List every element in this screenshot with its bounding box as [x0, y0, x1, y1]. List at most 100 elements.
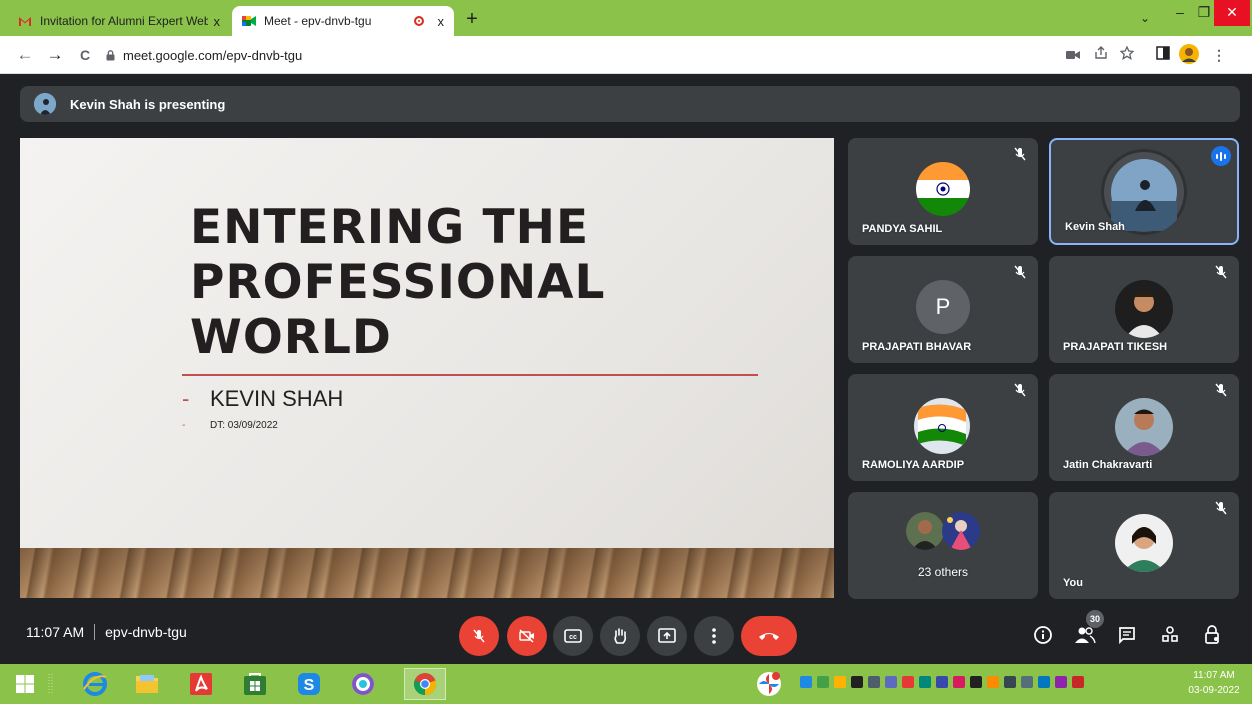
tray-app-icon[interactable] [834, 676, 846, 688]
presenting-text: Kevin Shah is presenting [70, 96, 226, 112]
svg-text:S: S [304, 677, 315, 694]
captions-button[interactable]: cc [553, 616, 593, 656]
new-tab-button[interactable]: + [460, 8, 484, 32]
windows-taskbar: S 11:07 AM 03-09-2022 [0, 664, 1252, 704]
leave-call-button[interactable] [741, 616, 797, 656]
system-clock[interactable]: 11:07 AM 03-09-2022 [1180, 668, 1248, 698]
participant-name: RAMOLIYA AARDIP [862, 459, 965, 471]
camera-icon[interactable] [1062, 44, 1084, 66]
speaking-indicator-icon [1211, 146, 1231, 166]
maximize-button[interactable]: ❐ [1194, 0, 1214, 26]
activities-icon [1162, 626, 1178, 642]
tab-gmail-invitation[interactable]: Invitation for Alumni Expert Web x [8, 6, 230, 36]
chrome-menu-icon[interactable]: ⋮ [1208, 44, 1230, 66]
microsoft-store-icon[interactable] [238, 668, 272, 700]
participant-tile[interactable]: Jatin Chakravarti [1049, 374, 1239, 481]
self-tile[interactable]: You [1049, 492, 1239, 599]
share-icon[interactable] [1090, 44, 1112, 66]
presentation-slide: ENTERING THE PROFESSIONAL WORLD - KEVIN … [20, 138, 834, 598]
presenting-banner: Kevin Shah is presenting [20, 86, 1240, 122]
signal-icon[interactable] [885, 676, 897, 688]
camera-toggle-button[interactable] [507, 616, 547, 656]
participant-name: You [1063, 577, 1083, 589]
system-tray [800, 676, 1084, 688]
start-button[interactable] [8, 668, 42, 700]
date-text: DT: 03/09/2022 [210, 420, 278, 431]
participant-tile[interactable]: P PRAJAPATI BHAVAR [848, 256, 1038, 363]
participant-tile[interactable]: PRAJAPATI TIKESH [1049, 256, 1239, 363]
url-bar[interactable]: meet.google.com/epv-dnvb-tgu [106, 43, 1006, 67]
meeting-info-button[interactable] [1030, 622, 1056, 648]
skype-icon[interactable]: S [292, 668, 326, 700]
tray-app-icon[interactable] [1021, 676, 1033, 688]
tray-app-icon[interactable] [919, 676, 931, 688]
people-icon [1075, 627, 1096, 644]
minimize-button[interactable]: – [1166, 0, 1194, 26]
others-count: 23 others [917, 565, 969, 579]
tab-search-icon[interactable]: ⌄ [1130, 6, 1160, 32]
slide-date: - DT: 03/09/2022 [182, 420, 278, 431]
back-button[interactable]: ← [14, 44, 36, 66]
participant-name: PANDYA SAHIL [862, 223, 943, 235]
tray-app-icon[interactable] [817, 676, 829, 688]
mic-toggle-button[interactable] [459, 616, 499, 656]
participant-name: Jatin Chakravarti [1063, 459, 1153, 471]
address-toolbar: ← → C meet.google.com/epv-dnvb-tgu ⋮ [0, 36, 1252, 74]
mic-off-icon [473, 629, 485, 643]
bluetooth-icon[interactable] [851, 676, 863, 688]
participant-avatar [1115, 280, 1173, 338]
raise-hand-button[interactable] [600, 616, 640, 656]
host-controls-button[interactable] [1200, 622, 1226, 648]
mic-off-icon [1014, 265, 1026, 279]
info-icon [1034, 626, 1052, 644]
tab-google-meet[interactable]: Meet - epv-dnvb-tgu x [232, 6, 454, 36]
participant-tile[interactable]: RAMOLIYA AARDIP [848, 374, 1038, 481]
divider [94, 624, 96, 640]
media-app-icon[interactable] [346, 668, 380, 700]
mic-off-icon [1014, 147, 1026, 161]
tray-app-icon[interactable] [953, 676, 965, 688]
tray-app-icon[interactable] [902, 676, 914, 688]
tab-close-icon[interactable]: x [214, 14, 221, 29]
more-options-button[interactable] [694, 616, 734, 656]
chrome-taskbar-icon[interactable] [404, 668, 446, 700]
recording-icon [413, 16, 424, 26]
internet-explorer-icon[interactable] [78, 668, 112, 700]
present-now-button[interactable] [647, 616, 687, 656]
svg-text:cc: cc [569, 634, 577, 641]
tray-app-icon[interactable] [987, 676, 999, 688]
tray-app-icon[interactable] [1072, 676, 1084, 688]
forward-button[interactable]: → [44, 44, 66, 66]
acrobat-icon[interactable] [184, 668, 218, 700]
network-icon[interactable] [868, 676, 880, 688]
tray-app-icon[interactable] [1004, 676, 1016, 688]
mic-off-icon [1215, 265, 1227, 279]
tray-app-icon[interactable] [1055, 676, 1067, 688]
floor-shade [20, 548, 834, 598]
reload-button[interactable]: C [74, 44, 96, 66]
activities-button[interactable] [1157, 622, 1183, 648]
clock-date: 03-09-2022 [1188, 685, 1240, 696]
participant-tile[interactable]: Kevin Shah [1049, 138, 1239, 245]
star-icon[interactable] [1116, 44, 1138, 66]
participant-tile[interactable]: PANDYA SAHIL [848, 138, 1038, 245]
tray-app-icon[interactable] [800, 676, 812, 688]
tray-app-icon[interactable] [1038, 676, 1050, 688]
side-panel-icon[interactable] [1152, 44, 1174, 66]
presenter-avatar [34, 93, 56, 115]
tray-app-icon[interactable] [936, 676, 948, 688]
others-tile[interactable]: 23 others [848, 492, 1038, 599]
file-explorer-icon[interactable] [130, 668, 164, 700]
profile-avatar[interactable] [1178, 44, 1200, 66]
mic-off-icon [1215, 501, 1227, 515]
gmail-icon [19, 17, 31, 26]
lock-icon [106, 49, 115, 60]
participant-avatar [1115, 514, 1173, 572]
notification-icon[interactable] [752, 668, 786, 700]
participant-name: Kevin Shah [1065, 221, 1125, 233]
more-vertical-icon [712, 628, 716, 644]
close-window-button[interactable]: ✕ [1214, 0, 1250, 26]
volume-icon[interactable] [970, 676, 982, 688]
tab-close-icon[interactable]: x [438, 14, 445, 29]
chat-button[interactable] [1114, 622, 1140, 648]
